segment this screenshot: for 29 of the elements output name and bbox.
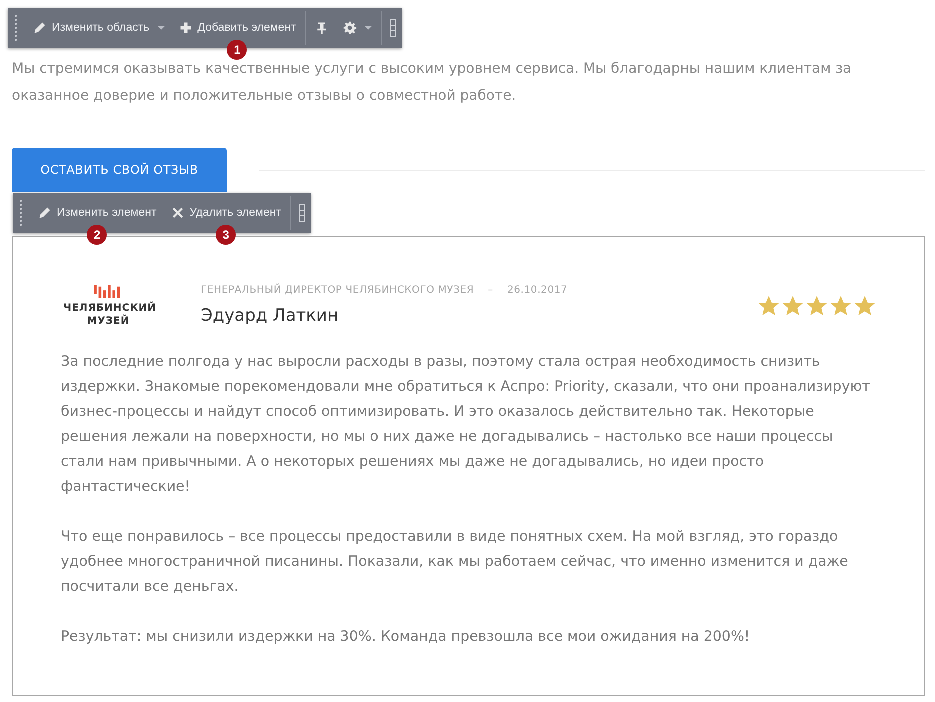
- star-icon: [806, 295, 828, 317]
- step-badge: 3: [216, 225, 236, 245]
- star-icon: [758, 295, 780, 317]
- review-paragraph: Результат: мы снизили издержки на 30%. Команда превзошла все мои ожидания на 200%!: [61, 628, 752, 647]
- intro-text: Мы стремимся оказывать качественные услуги с высоким уровнем сервиса. Мы благодарны нашим клиентам за оказанное доверие и положительные отзывы о совместной работе.: [12, 60, 853, 106]
- pencil-icon: [33, 21, 47, 35]
- pencil-icon: [38, 206, 52, 220]
- review-paragraph: За последние полгода у нас выросли расходы в разы, поэтому стала острая необходимость снизить издержки. Знакомые порекомендовали мне обратиться к Аспро: Priority, сказали, что они проанализируют бизнес-процессы и найдут способ оптимизировать. И это оказалось действительно так. Некоторые решения лежали на поверхности, но мы о них даже не догадывались – настолько все наши процессы стали нам привычными. А о некоторых решениях мы даже не догадывались, но идеи просто фантастические!: [61, 353, 872, 497]
- review-date: 26.10.2017: [507, 285, 568, 296]
- drag-handle-icon[interactable]: [14, 14, 18, 42]
- more-icon[interactable]: [390, 19, 396, 37]
- star-icon: [782, 295, 804, 317]
- star-icon: [830, 295, 852, 317]
- leave-review-button[interactable]: ОСТАВИТЬ СВОЙ ОТЗЫВ: [12, 148, 227, 192]
- author-position: ГЕНЕРАЛЬНЫЙ ДИРЕКТОР ЧЕЛЯБИНСКОГО МУЗЕЯ: [201, 285, 474, 296]
- drag-handle-icon[interactable]: [19, 199, 23, 227]
- step-badge: 2: [87, 225, 108, 245]
- logo-text: ЧЕЛЯБИНСКИЙ МУЗЕЙ: [64, 302, 154, 328]
- close-icon: [170, 206, 185, 220]
- star-icon: [854, 295, 876, 317]
- pin-icon: [315, 21, 330, 35]
- more-icon[interactable]: [299, 204, 306, 222]
- author-name: Эдуард Латкин: [201, 306, 340, 326]
- edit-button[interactable]: Изменить область: [26, 8, 172, 48]
- separator-dash: –: [488, 285, 494, 296]
- settings-icon: [343, 21, 358, 35]
- review-paragraph: Что еще понравилось – все процессы предоставили в виде понятных схем. На мой взгляд, это гораздо удобнее многостраничной писанины. Показали, как мы работаем сейчас, что именно изменится и даже посчитали все деньгах.: [61, 528, 850, 597]
- step-badge: 1: [227, 40, 248, 60]
- plus-icon: [178, 21, 193, 35]
